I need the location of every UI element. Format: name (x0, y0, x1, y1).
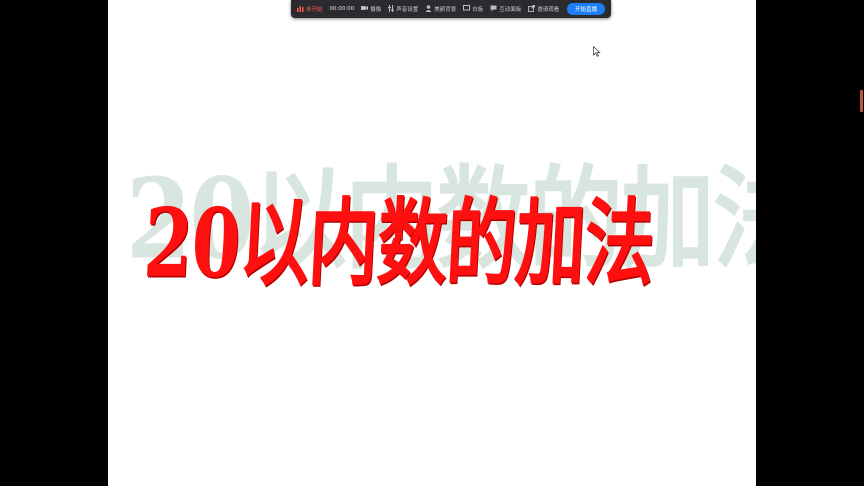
toolbar-camera-label: 摄像 (370, 7, 382, 13)
timer-value: 00:00:00 (329, 6, 355, 12)
start-live-button[interactable]: 开始直播 (566, 3, 605, 15)
toolbar-beauty[interactable]: 美颜背景 (425, 4, 457, 14)
beauty-icon (425, 4, 432, 14)
toolbar-beauty-label: 美颜背景 (434, 7, 457, 13)
toolbar-whiteboard-label: 白板 (472, 7, 484, 13)
record-status-label: 未开始 (306, 7, 323, 13)
popout-icon (528, 4, 536, 14)
scroll-indicator[interactable] (860, 90, 863, 112)
toolbar-audio-settings-label: 声音设置 (396, 7, 419, 13)
timer: 00:00:00 (330, 6, 355, 12)
presentation-slide: 20以内数的加法 20以内数的加法 (108, 0, 756, 486)
slide-title: 20以内数的加法 (141, 186, 657, 299)
toolbar-camera[interactable]: 摄像 (361, 5, 381, 13)
toolbar-invite-label: 邀请观看 (537, 7, 560, 13)
toolbar-whiteboard[interactable]: 白板 (463, 5, 483, 13)
toolbar-invite[interactable]: 邀请观看 (528, 4, 560, 14)
camera-icon (361, 5, 369, 13)
chat-icon (490, 5, 497, 14)
whiteboard-icon (463, 5, 471, 13)
record-status: 未开始 (297, 5, 323, 14)
toolbar-interaction[interactable]: 互动面板 (490, 5, 521, 14)
screen: 20以内数的加法 20以内数的加法 未开始 00:00:00 摄像 声音设置 美… (0, 0, 864, 486)
audio-settings-icon (388, 4, 395, 14)
toolbar-interaction-label: 互动面板 (499, 7, 522, 13)
toolbar-audio-settings[interactable]: 声音设置 (388, 4, 419, 14)
bar-chart-icon (297, 5, 304, 14)
recording-toolbar: 未开始 00:00:00 摄像 声音设置 美颜背景 白板 互动面板 邀请观看 开… (291, 0, 611, 18)
